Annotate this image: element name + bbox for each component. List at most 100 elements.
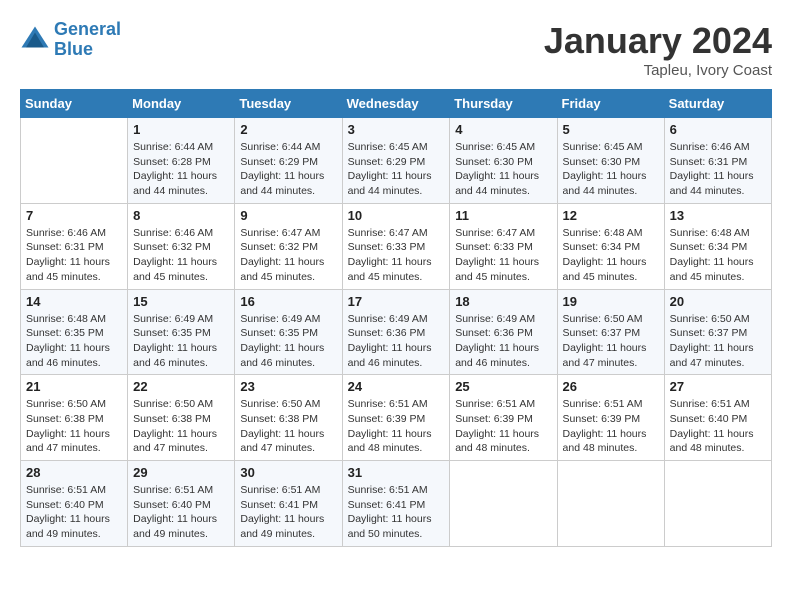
day-number: 16 [240, 294, 336, 309]
day-info: Sunrise: 6:49 AMSunset: 6:36 PMDaylight:… [348, 312, 445, 371]
day-info: Sunrise: 6:50 AMSunset: 6:38 PMDaylight:… [133, 397, 229, 456]
day-info: Sunrise: 6:47 AMSunset: 6:33 PMDaylight:… [455, 226, 551, 285]
day-info: Sunrise: 6:49 AMSunset: 6:35 PMDaylight:… [240, 312, 336, 371]
calendar-cell: 2 Sunrise: 6:44 AMSunset: 6:29 PMDaylight… [235, 118, 342, 204]
weekday-header-monday: Monday [128, 90, 235, 118]
calendar-cell: 23 Sunrise: 6:50 AMSunset: 6:38 PMDayligh… [235, 375, 342, 461]
day-number: 27 [670, 379, 766, 394]
day-info: Sunrise: 6:51 AMSunset: 6:39 PMDaylight:… [455, 397, 551, 456]
day-info: Sunrise: 6:46 AMSunset: 6:32 PMDaylight:… [133, 226, 229, 285]
calendar-cell: 30 Sunrise: 6:51 AMSunset: 6:41 PMDayligh… [235, 461, 342, 547]
day-info: Sunrise: 6:45 AMSunset: 6:30 PMDaylight:… [563, 140, 659, 199]
day-number: 28 [26, 465, 122, 480]
calendar-cell: 28Sunrise: 6:51 AMSunset: 6:40 PMDayligh… [21, 461, 128, 547]
weekday-header-friday: Friday [557, 90, 664, 118]
day-number: 1 [133, 122, 229, 137]
day-info: Sunrise: 6:51 AMSunset: 6:40 PMDaylight:… [670, 397, 766, 456]
logo: General Blue [20, 20, 121, 60]
calendar-cell [450, 461, 557, 547]
day-number: 8 [133, 208, 229, 223]
day-info: Sunrise: 6:48 AMSunset: 6:34 PMDaylight:… [563, 226, 659, 285]
day-number: 5 [563, 122, 659, 137]
calendar-cell: 17 Sunrise: 6:49 AMSunset: 6:36 PMDayligh… [342, 289, 450, 375]
calendar-cell: 6 Sunrise: 6:46 AMSunset: 6:31 PMDaylight… [664, 118, 771, 204]
calendar-week-row: 14Sunrise: 6:48 AMSunset: 6:35 PMDayligh… [21, 289, 772, 375]
calendar-cell: 24 Sunrise: 6:51 AMSunset: 6:39 PMDayligh… [342, 375, 450, 461]
calendar-cell: 9Sunrise: 6:47 AMSunset: 6:32 PMDaylight… [235, 203, 342, 289]
day-info: Sunrise: 6:51 AMSunset: 6:39 PMDaylight:… [563, 397, 659, 456]
day-number: 14 [26, 294, 122, 309]
day-number: 24 [348, 379, 445, 394]
logo-line1: General [54, 19, 121, 39]
calendar-cell: 1 Sunrise: 6:44 AMSunset: 6:28 PMDaylight… [128, 118, 235, 204]
day-info: Sunrise: 6:47 AMSunset: 6:33 PMDaylight:… [348, 226, 445, 285]
calendar-week-row: 28 Sunrise: 6:51 AMSunset: 6:40 PMDayligh… [21, 461, 772, 547]
calendar-table: SundayMondayTuesdayWednesdayThursdayFrid… [20, 89, 772, 547]
weekday-header-saturday: Saturday [664, 90, 771, 118]
calendar-cell: 26Sunrise: 6:51 AMSunset: 6:39 PMDayligh… [557, 375, 664, 461]
calendar-body: 1 Sunrise: 6:44 AMSunset: 6:28 PMDaylight… [21, 118, 772, 547]
day-info: Sunrise: 6:44 AMSunset: 6:29 PMDaylight:… [240, 140, 336, 199]
day-info: Sunrise: 6:46 AMSunset: 6:31 PMDaylight:… [670, 140, 766, 199]
weekday-header-tuesday: Tuesday [235, 90, 342, 118]
calendar-cell: 10 Sunrise: 6:47 AMSunset: 6:33 PMDayligh… [342, 203, 450, 289]
calendar-cell: 16 Sunrise: 6:49 AMSunset: 6:35 PMDayligh… [235, 289, 342, 375]
day-number: 25 [455, 379, 551, 394]
day-number: 17 [348, 294, 445, 309]
day-info: Sunrise: 6:50 AMSunset: 6:38 PMDaylight:… [240, 397, 336, 456]
calendar-cell: 15Sunrise: 6:49 AMSunset: 6:35 PMDayligh… [128, 289, 235, 375]
calendar-cell: 20Sunrise: 6:50 AMSunset: 6:37 PMDayligh… [664, 289, 771, 375]
calendar-cell [664, 461, 771, 547]
day-number: 13 [670, 208, 766, 223]
day-info: Sunrise: 6:51 AMSunset: 6:39 PMDaylight:… [348, 397, 445, 456]
day-info: Sunrise: 6:51 AMSunset: 6:40 PMDaylight:… [133, 483, 229, 542]
weekday-header-row: SundayMondayTuesdayWednesdayThursdayFrid… [21, 90, 772, 118]
day-number: 12 [563, 208, 659, 223]
calendar-cell: 13 Sunrise: 6:48 AMSunset: 6:34 PMDayligh… [664, 203, 771, 289]
day-number: 15 [133, 294, 229, 309]
day-number: 22 [133, 379, 229, 394]
calendar-cell: 5 Sunrise: 6:45 AMSunset: 6:30 PMDaylight… [557, 118, 664, 204]
calendar-cell: 25 Sunrise: 6:51 AMSunset: 6:39 PMDayligh… [450, 375, 557, 461]
day-info: Sunrise: 6:51 AMSunset: 6:41 PMDaylight:… [240, 483, 336, 542]
calendar-cell: 29 Sunrise: 6:51 AMSunset: 6:40 PMDayligh… [128, 461, 235, 547]
day-number: 2 [240, 122, 336, 137]
page-header: General Blue January 2024 Tapleu, Ivory … [20, 20, 772, 79]
weekday-header-sunday: Sunday [21, 90, 128, 118]
day-info: Sunrise: 6:50 AMSunset: 6:37 PMDaylight:… [563, 312, 659, 371]
calendar-week-row: 1 Sunrise: 6:44 AMSunset: 6:28 PMDaylight… [21, 118, 772, 204]
day-number: 29 [133, 465, 229, 480]
day-info: Sunrise: 6:45 AMSunset: 6:29 PMDaylight:… [348, 140, 445, 199]
day-number: 30 [240, 465, 336, 480]
calendar-cell: 4Sunrise: 6:45 AMSunset: 6:30 PMDaylight… [450, 118, 557, 204]
day-number: 23 [240, 379, 336, 394]
weekday-header-thursday: Thursday [450, 90, 557, 118]
calendar-header: SundayMondayTuesdayWednesdayThursdayFrid… [21, 90, 772, 118]
day-number: 21 [26, 379, 122, 394]
day-info: Sunrise: 6:48 AMSunset: 6:34 PMDaylight:… [670, 226, 766, 285]
calendar-cell: 18Sunrise: 6:49 AMSunset: 6:36 PMDayligh… [450, 289, 557, 375]
calendar-cell: 7 Sunrise: 6:46 AMSunset: 6:31 PMDaylight… [21, 203, 128, 289]
day-info: Sunrise: 6:44 AMSunset: 6:28 PMDaylight:… [133, 140, 229, 199]
logo-icon [20, 25, 50, 55]
day-number: 3 [348, 122, 445, 137]
calendar-cell: 31Sunrise: 6:51 AMSunset: 6:41 PMDayligh… [342, 461, 450, 547]
calendar-cell: 3 Sunrise: 6:45 AMSunset: 6:29 PMDaylight… [342, 118, 450, 204]
calendar-cell: 27 Sunrise: 6:51 AMSunset: 6:40 PMDayligh… [664, 375, 771, 461]
day-info: Sunrise: 6:50 AMSunset: 6:37 PMDaylight:… [670, 312, 766, 371]
day-info: Sunrise: 6:51 AMSunset: 6:41 PMDaylight:… [348, 483, 445, 542]
day-info: Sunrise: 6:45 AMSunset: 6:30 PMDaylight:… [455, 140, 551, 199]
title-block: January 2024 Tapleu, Ivory Coast [544, 20, 772, 79]
location-subtitle: Tapleu, Ivory Coast [544, 62, 772, 79]
calendar-cell [21, 118, 128, 204]
calendar-cell: 21Sunrise: 6:50 AMSunset: 6:38 PMDayligh… [21, 375, 128, 461]
day-info: Sunrise: 6:47 AMSunset: 6:32 PMDaylight:… [240, 226, 336, 285]
calendar-cell: 14Sunrise: 6:48 AMSunset: 6:35 PMDayligh… [21, 289, 128, 375]
day-info: Sunrise: 6:46 AMSunset: 6:31 PMDaylight:… [26, 226, 122, 285]
day-number: 11 [455, 208, 551, 223]
day-number: 6 [670, 122, 766, 137]
month-title: January 2024 [544, 20, 772, 62]
day-number: 7 [26, 208, 122, 223]
calendar-cell: 12 Sunrise: 6:48 AMSunset: 6:34 PMDayligh… [557, 203, 664, 289]
day-number: 10 [348, 208, 445, 223]
